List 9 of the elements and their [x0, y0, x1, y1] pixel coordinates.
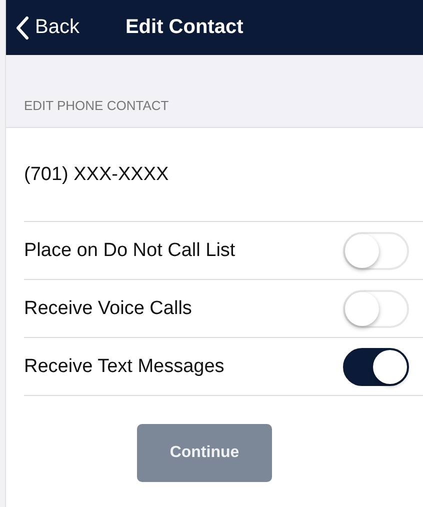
toggle-label: Receive Text Messages	[24, 356, 224, 378]
section-header: EDIT PHONE CONTACT	[24, 98, 169, 113]
screen-title: Edit Contact	[125, 16, 244, 39]
chevron-left-icon	[15, 16, 29, 40]
toggle-label: Receive Voice Calls	[24, 298, 192, 320]
toggle-label: Place on Do Not Call List	[24, 240, 236, 262]
back-button[interactable]: Back	[15, 16, 80, 40]
phone-number: (701) XXX-XXXX	[24, 164, 169, 186]
toggle-switch[interactable]	[343, 348, 409, 386]
